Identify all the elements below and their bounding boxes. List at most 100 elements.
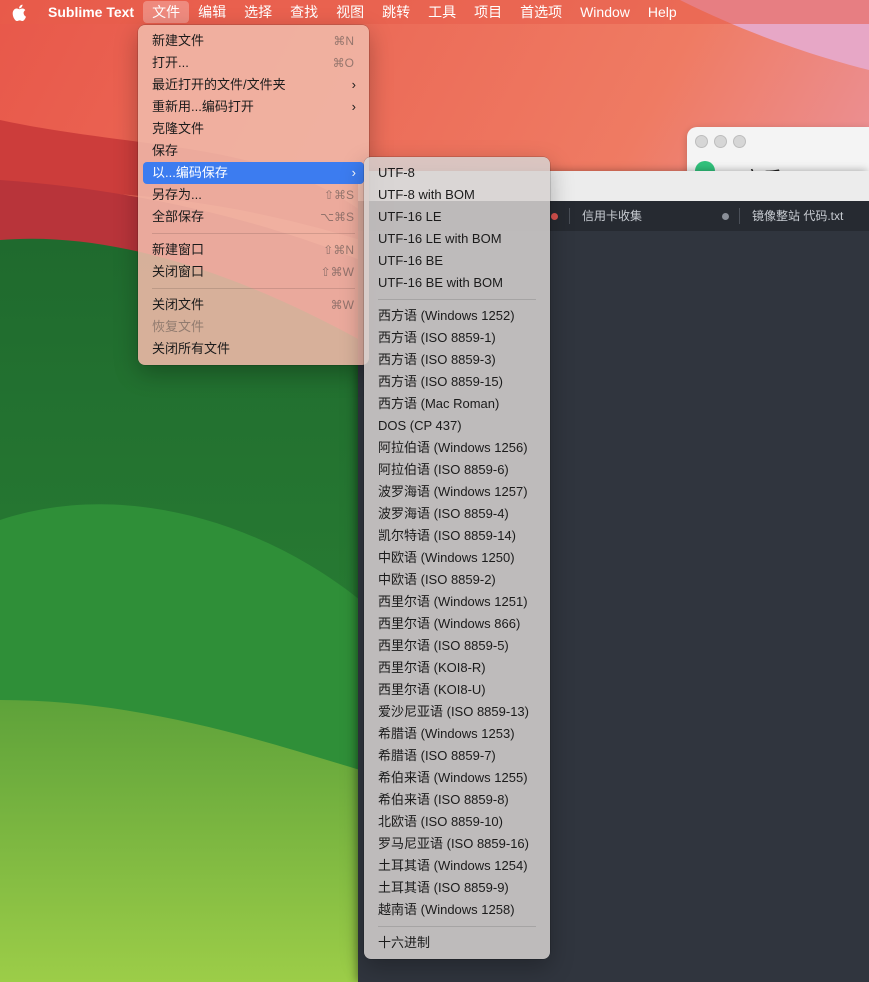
encoding-option[interactable]: 希伯来语 (ISO 8859-8) [369, 789, 545, 811]
menubar-goto[interactable]: 跳转 [373, 1, 419, 23]
shortcut-label: ⇧⌘W [320, 265, 354, 279]
menu-item-open-recent[interactable]: 最近打开的文件/文件夹 › [143, 74, 364, 96]
menu-bar: Sublime Text 文件 编辑 选择 查找 视图 跳转 工具 项目 首选项… [0, 0, 869, 24]
menu-item-reopen-with-encoding[interactable]: 重新用...编码打开 › [143, 96, 364, 118]
menu-item-label: 另存为... [152, 187, 202, 202]
tab-divider [569, 208, 570, 224]
menu-item-label: 保存 [152, 143, 179, 158]
encoding-option[interactable]: 北欧语 (ISO 8859-10) [369, 811, 545, 833]
shortcut-label: ⌘W [330, 298, 354, 312]
encoding-option[interactable]: 十六进制 [369, 932, 545, 954]
menu-item-save-as[interactable]: 另存为... ⇧⌘S [143, 184, 364, 206]
encoding-option[interactable]: UTF-16 BE with BOM [369, 272, 545, 294]
encoding-option[interactable]: 西里尔语 (Windows 866) [369, 613, 545, 635]
encoding-option[interactable]: 阿拉伯语 (Windows 1256) [369, 437, 545, 459]
menu-item-label: 关闭文件 [152, 297, 205, 312]
encoding-option[interactable]: 罗马尼亚语 (ISO 8859-16) [369, 833, 545, 855]
menubar-preferences[interactable]: 首选项 [511, 1, 571, 23]
menu-item-label: 全部保存 [152, 209, 205, 224]
encoding-option[interactable]: 西方语 (ISO 8859-3) [369, 349, 545, 371]
shortcut-label: ⇧⌘S [323, 188, 354, 202]
menu-separator [378, 299, 536, 300]
chevron-right-icon: › [351, 165, 356, 180]
menu-item-label: 最近打开的文件/文件夹 [152, 77, 286, 92]
tab-divider [739, 208, 740, 224]
encoding-option[interactable]: 中欧语 (ISO 8859-2) [369, 569, 545, 591]
menu-item-label: 重新用...编码打开 [152, 99, 254, 114]
encoding-option[interactable]: UTF-8 [369, 162, 545, 184]
save-with-encoding-submenu: UTF-8 UTF-8 with BOM UTF-16 LE UTF-16 LE wi… [364, 157, 550, 959]
encoding-option[interactable]: 西里尔语 (KOI8-R) [369, 657, 545, 679]
menu-item-label: 关闭窗口 [152, 264, 205, 279]
encoding-option[interactable]: 西方语 (ISO 8859-1) [369, 327, 545, 349]
shortcut-label: ⌘N [333, 34, 354, 48]
encoding-option[interactable]: 土耳其语 (Windows 1254) [369, 855, 545, 877]
menu-item-save[interactable]: 保存 [143, 140, 364, 162]
menu-item-clone-file[interactable]: 克隆文件 [143, 118, 364, 140]
encoding-option[interactable]: UTF-16 BE [369, 250, 545, 272]
encoding-option[interactable]: 西里尔语 (KOI8-U) [369, 679, 545, 701]
tab-mirror-site-code[interactable]: 镜像整站 代码.txt [752, 201, 843, 231]
menu-separator [152, 233, 355, 234]
encoding-option[interactable]: DOS (CP 437) [369, 415, 545, 437]
menubar-tools[interactable]: 工具 [419, 1, 465, 23]
menubar-project[interactable]: 项目 [465, 1, 511, 23]
encoding-option[interactable]: UTF-16 LE [369, 206, 545, 228]
menu-item-close-file[interactable]: 关闭文件 ⌘W [143, 294, 364, 316]
encoding-option[interactable]: 凯尔特语 (ISO 8859-14) [369, 525, 545, 547]
menu-item-new-window[interactable]: 新建窗口 ⇧⌘N [143, 239, 364, 261]
menu-item-close-window[interactable]: 关闭窗口 ⇧⌘W [143, 261, 364, 283]
encoding-option[interactable]: 西里尔语 (ISO 8859-5) [369, 635, 545, 657]
file-menu: 新建文件 ⌘N 打开... ⌘O 最近打开的文件/文件夹 › 重新用...编码打开 › … [138, 25, 369, 365]
shortcut-label: ⌘O [332, 56, 354, 70]
encoding-option[interactable]: 波罗海语 (Windows 1257) [369, 481, 545, 503]
unsaved-dot-icon[interactable] [722, 213, 729, 220]
encoding-option[interactable]: 希腊语 (ISO 8859-7) [369, 745, 545, 767]
close-window-button[interactable] [695, 135, 708, 148]
menu-item-save-all[interactable]: 全部保存 ⌥⌘S [143, 206, 364, 228]
shortcut-label: ⇧⌘N [323, 243, 354, 257]
encoding-option[interactable]: 希腊语 (Windows 1253) [369, 723, 545, 745]
encoding-option[interactable]: 波罗海语 (ISO 8859-4) [369, 503, 545, 525]
menu-item-label: 关闭所有文件 [152, 341, 231, 356]
tab-credit-card[interactable]: 信用卡收集 [582, 201, 642, 231]
menu-item-label: 克隆文件 [152, 121, 205, 136]
menubar-help[interactable]: Help [639, 1, 686, 23]
chevron-right-icon: › [351, 99, 356, 114]
shortcut-label: ⌥⌘S [320, 210, 354, 224]
menu-item-new-file[interactable]: 新建文件 ⌘N [143, 30, 364, 52]
zoom-window-button[interactable] [733, 135, 746, 148]
encoding-option[interactable]: 西方语 (Mac Roman) [369, 393, 545, 415]
encoding-option[interactable]: 阿拉伯语 (ISO 8859-6) [369, 459, 545, 481]
menu-item-close-all-files[interactable]: 关闭所有文件 [143, 338, 364, 360]
menubar-find[interactable]: 查找 [281, 1, 327, 23]
menubar-app-name[interactable]: Sublime Text [48, 1, 143, 23]
menubar-file[interactable]: 文件 [143, 1, 190, 23]
menu-separator [378, 926, 536, 927]
menu-item-label: 恢复文件 [152, 319, 205, 334]
encoding-option[interactable]: 土耳其语 (ISO 8859-9) [369, 877, 545, 899]
menu-item-label: 新建窗口 [152, 242, 205, 257]
minimize-window-button[interactable] [714, 135, 727, 148]
encoding-option[interactable]: 中欧语 (Windows 1250) [369, 547, 545, 569]
encoding-option[interactable]: 西里尔语 (Windows 1251) [369, 591, 545, 613]
menubar-window[interactable]: Window [571, 1, 639, 23]
menubar-selection[interactable]: 选择 [235, 1, 281, 23]
unsaved-dot-icon [551, 213, 558, 220]
encoding-option[interactable]: 希伯来语 (Windows 1255) [369, 767, 545, 789]
menu-item-save-with-encoding[interactable]: 以...编码保存 › [143, 162, 364, 184]
apple-logo-icon[interactable] [12, 4, 32, 21]
encoding-option[interactable]: UTF-16 LE with BOM [369, 228, 545, 250]
encoding-option[interactable]: 西方语 (ISO 8859-15) [369, 371, 545, 393]
menubar-edit[interactable]: 编辑 [189, 1, 235, 23]
encoding-option[interactable]: 越南语 (Windows 1258) [369, 899, 545, 921]
chevron-right-icon: › [351, 77, 356, 92]
menubar-view[interactable]: 视图 [327, 1, 373, 23]
menu-item-label: 新建文件 [152, 33, 205, 48]
encoding-option[interactable]: 爱沙尼亚语 (ISO 8859-13) [369, 701, 545, 723]
menu-item-open[interactable]: 打开... ⌘O [143, 52, 364, 74]
encoding-option[interactable]: 西方语 (Windows 1252) [369, 305, 545, 327]
encoding-option[interactable]: UTF-8 with BOM [369, 184, 545, 206]
menu-separator [152, 288, 355, 289]
menu-item-label: 以...编码保存 [152, 165, 228, 180]
